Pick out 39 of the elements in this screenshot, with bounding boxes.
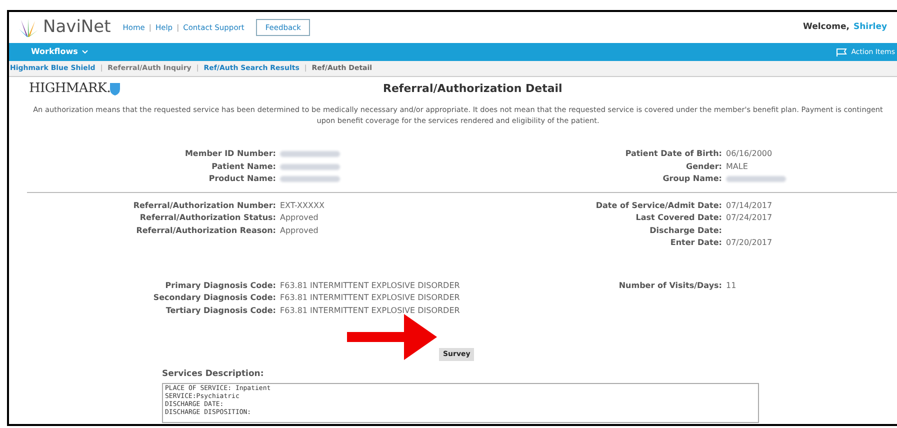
shield-icon [109,82,121,96]
field-label: Tertiary Diagnosis Code: [164,304,276,317]
field-value: 07/24/2017 [726,212,772,224]
field-label: Enter Date: [669,237,722,250]
field-label: Number of Visits/Days: [618,280,722,292]
welcome-text: Welcome, [803,21,850,34]
field-value: 06/16/2000 [726,148,772,160]
field-label: Last Covered Date: [634,212,722,224]
field-value: EXT-XXXXX [280,200,324,212]
user-link[interactable]: Shirley [854,21,887,34]
highmark-logo: HIGHMARK. [29,80,109,98]
field-value: 07/14/2017 [726,200,772,212]
field-label: Member ID Number: [184,148,276,160]
page-title: Referral/Authorization Detail [383,80,562,97]
field-value: Approved [280,212,318,224]
field-label: Patient Date of Birth: [624,148,722,160]
field-label: Group Name: [662,173,722,186]
field-value: F63.81 INTERMITTENT EXPLOSIVE DISORDER [280,292,460,304]
field-label: Referral/Authorization Reason: [135,224,276,237]
field-value: 07/20/2017 [726,237,772,250]
flag-icon [836,48,848,56]
field-value: 11 [726,280,736,292]
field-value: Approved [280,224,318,237]
chevron-icon [82,50,88,54]
field-label: Date of Service/Admit Date: [594,200,722,212]
field-label: Referral/Authorization Status: [138,212,276,224]
services-label: Services Description: [162,368,265,381]
field-label: Discharge Date: [648,224,722,237]
field-label: Primary Diagnosis Code: [164,280,276,292]
field-label: Secondary Diagnosis Code: [152,292,276,304]
field-value: F63.81 INTERMITTENT EXPLOSIVE DISORDER [280,304,460,317]
field-value: F63.81 INTERMITTENT EXPLOSIVE DISORDER [280,280,460,292]
field-label: Patient Name: [210,160,276,173]
field-label: Referral/Authorization Number: [132,200,276,212]
field-value: MALE [726,160,748,173]
brand-name: NaviNet [43,16,111,39]
field-label: Gender: [685,160,722,173]
workflows-menu[interactable]: Workflows [31,46,88,58]
field-label: Product Name: [208,173,276,186]
